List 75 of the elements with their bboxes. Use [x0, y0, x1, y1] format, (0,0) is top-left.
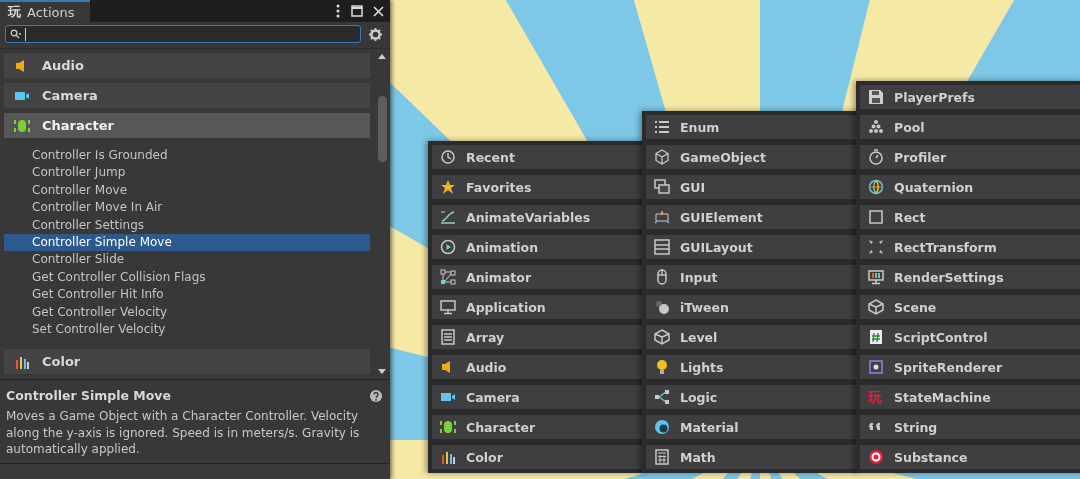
help-icon[interactable]: [370, 389, 382, 402]
action-item[interactable]: Controller Settings: [4, 216, 370, 234]
ball-icon: [654, 299, 670, 315]
globe-icon: [868, 179, 884, 195]
close-icon[interactable]: [373, 5, 384, 17]
panel-tab[interactable]: 玩 Actions: [0, 0, 90, 22]
calculator-icon: [654, 449, 670, 465]
light-bulb-icon: [654, 359, 670, 375]
action-item[interactable]: Get Controller Collision Flags: [4, 268, 370, 287]
corner-arrows-icon: [868, 239, 884, 255]
scroll-up-icon[interactable]: [378, 53, 386, 59]
color-monitor-icon: [868, 269, 884, 285]
play-circle-icon: [440, 239, 456, 255]
frame-icon: [654, 209, 670, 225]
cube-outline-icon: [868, 299, 884, 315]
branch-icon: [654, 389, 670, 405]
scrollbar-thumb[interactable]: [378, 96, 387, 162]
list-icon: [440, 329, 456, 345]
sphere-icon: [654, 419, 670, 435]
category-item[interactable]: Pool: [860, 115, 1080, 139]
description-text: Moves a Game Object with a Character Controller. Velocity along the y-axis is ignored. Speed is in meters/s. Gravity is automatically applied.: [6, 408, 361, 458]
action-item[interactable]: Get Controller Hit Info: [4, 286, 370, 304]
action-item[interactable]: Controller Jump: [4, 164, 370, 182]
action-item[interactable]: Controller Is Grounded: [4, 147, 370, 165]
clock-icon: [440, 149, 456, 165]
ring-logo-icon: [868, 449, 884, 465]
category-item[interactable]: Quaternion: [860, 175, 1080, 199]
hash-document-icon: [868, 329, 884, 345]
cube-outline-icon: [654, 329, 670, 345]
category-header[interactable]: Color: [4, 349, 370, 375]
settings-icon[interactable]: [369, 27, 382, 41]
mouse-icon: [654, 269, 670, 285]
pyramid-balls-icon: [868, 119, 884, 135]
category-header[interactable]: Character: [4, 113, 370, 138]
action-item[interactable]: Controller Move: [4, 181, 370, 200]
category-item[interactable]: Substance: [860, 445, 1080, 469]
category-item[interactable]: String: [860, 415, 1080, 439]
category-item[interactable]: RenderSettings: [860, 265, 1080, 289]
category-item[interactable]: SpriteRenderer: [860, 355, 1080, 379]
node-graph-icon: [440, 269, 456, 285]
action-item[interactable]: Controller Move In Air: [4, 199, 370, 217]
star-icon: [440, 179, 456, 195]
bullet-list-icon: [654, 119, 670, 135]
action-item[interactable]: Controller Simple Move: [4, 233, 370, 252]
action-item[interactable]: Set Controller Velocity: [4, 320, 370, 339]
action-item[interactable]: Get Controller Velocity: [4, 303, 370, 321]
badge-icon: 玩: [868, 389, 884, 405]
search-field[interactable]: [5, 25, 361, 43]
color-bars-icon: [440, 449, 456, 465]
layout-icon: [654, 239, 670, 255]
sprite-frame-icon: [868, 359, 884, 375]
maximize-icon[interactable]: [351, 5, 363, 17]
category-item[interactable]: Profiler: [860, 145, 1080, 169]
stopwatch-icon: [868, 149, 884, 165]
square-icon: [868, 209, 884, 225]
category-item[interactable]: PlayerPrefs: [860, 85, 1080, 109]
scroll-down-icon[interactable]: [378, 369, 386, 375]
curve-icon: [440, 209, 456, 225]
windows-icon: [654, 179, 670, 195]
character-icon: [440, 419, 456, 435]
character-icon: [14, 117, 30, 134]
category-header[interactable]: Audio: [4, 53, 370, 78]
text-cursor: [25, 27, 26, 41]
more-icon[interactable]: [335, 4, 341, 18]
category-item[interactable]: ScriptControl: [860, 325, 1080, 349]
cube-icon: [654, 149, 670, 165]
category-item[interactable]: Rect: [860, 205, 1080, 229]
monitor-icon: [440, 299, 456, 315]
search-icon: [10, 29, 22, 39]
action-item[interactable]: Controller Slide: [4, 251, 370, 269]
category-item[interactable]: 玩 StateMachine: [860, 385, 1080, 409]
category-item[interactable]: RectTransform: [860, 235, 1080, 259]
description-title: Controller Simple Move: [6, 388, 171, 403]
category-item[interactable]: Scene: [860, 295, 1080, 319]
category-header[interactable]: Camera: [4, 83, 370, 108]
